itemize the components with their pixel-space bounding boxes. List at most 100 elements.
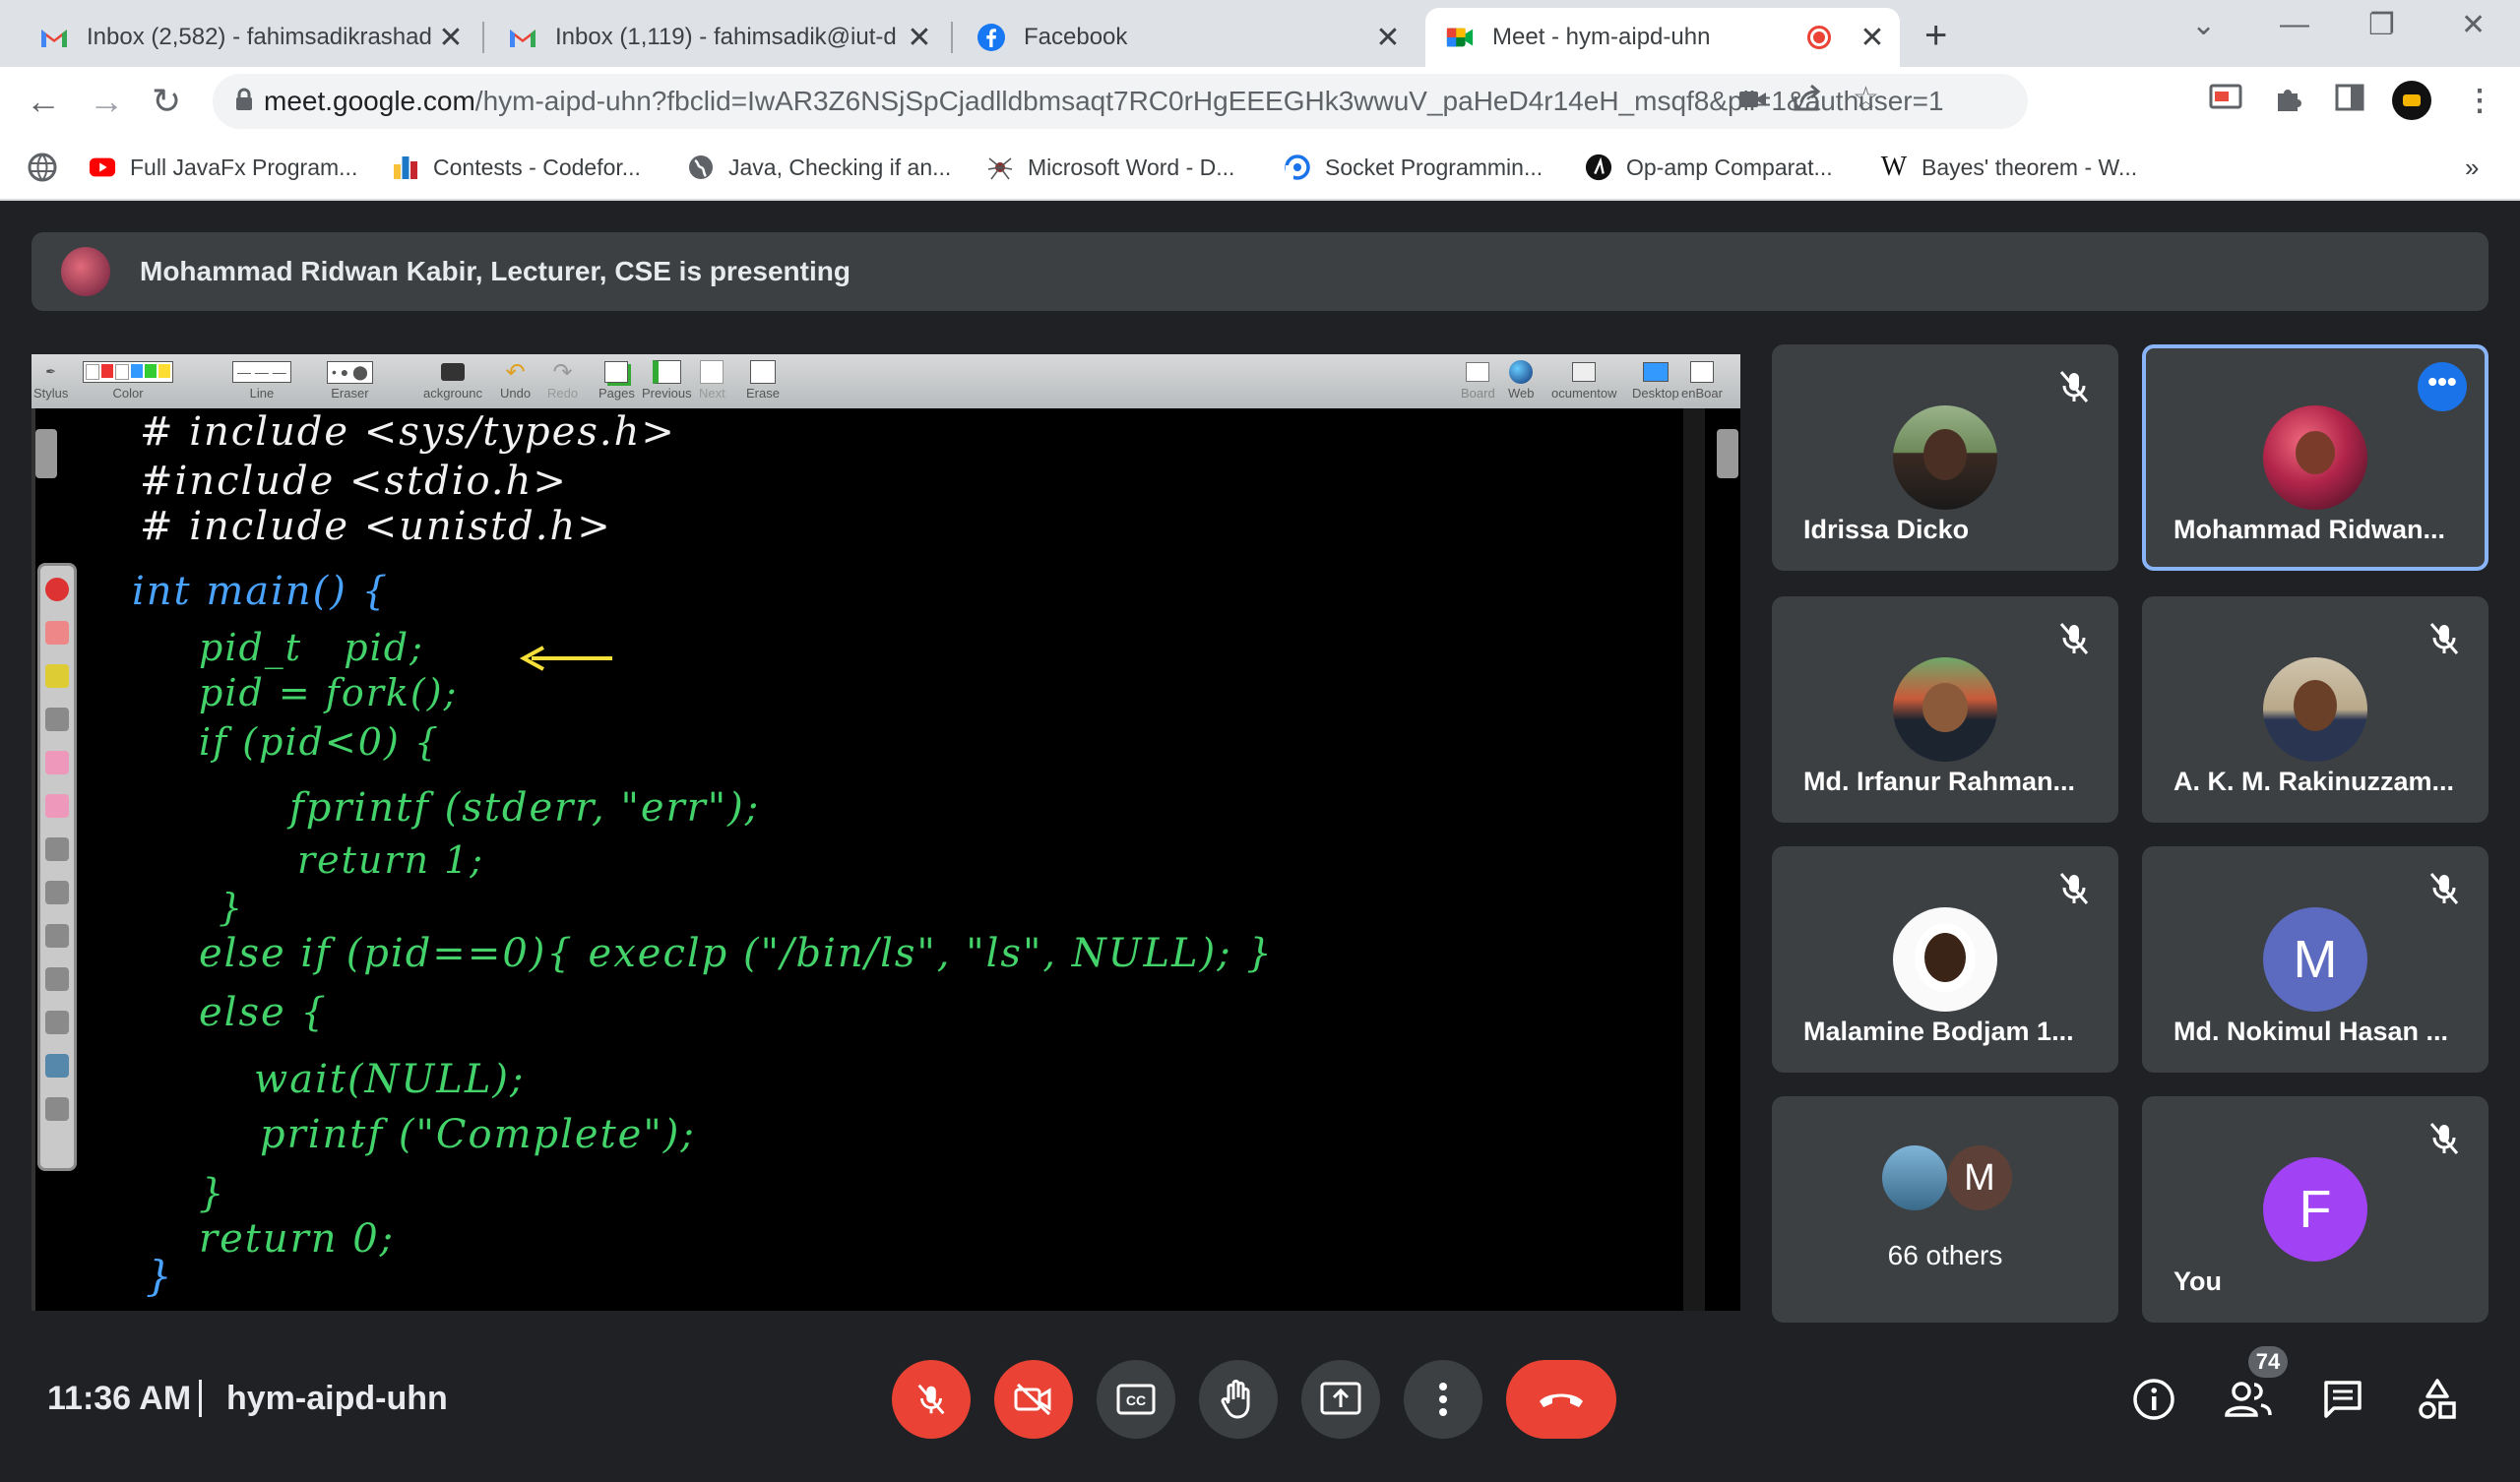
more-options-button[interactable]: •••: [2418, 362, 2467, 411]
others-count: 66 others: [1887, 1240, 2003, 1270]
participant-tile[interactable]: A. K. M. Rakinuzzam...: [2142, 596, 2488, 823]
camera-off-icon: [1014, 1383, 1051, 1416]
camera-button[interactable]: [994, 1360, 1073, 1439]
code-line: pid = fork();: [199, 671, 459, 714]
back-button[interactable]: ←: [26, 81, 61, 122]
people-icon: [2225, 1382, 2272, 1417]
close-tab-icon[interactable]: ✕: [1370, 21, 1406, 55]
profile-avatar[interactable]: [2392, 81, 2431, 120]
people-button[interactable]: [2223, 1374, 2274, 1425]
youtube-icon: [89, 154, 116, 181]
chevron-down-icon[interactable]: ⌄: [2191, 8, 2216, 42]
activities-button[interactable]: [2412, 1374, 2463, 1425]
cast-icon[interactable]: [2209, 84, 2242, 119]
tab-strip: Inbox (2,582) - fahimsadikrashad ✕ Inbox…: [0, 0, 2520, 67]
extensions-icon[interactable]: [2274, 84, 2303, 121]
web-tool: Web: [1508, 358, 1535, 401]
close-tab-icon[interactable]: ✕: [433, 21, 469, 55]
participant-name: Md. Nokimul Hasan ...: [2174, 1017, 2449, 1046]
presenting-banner: Mohammad Ridwan Kabir, Lecturer, CSE is …: [32, 232, 2488, 311]
chat-button[interactable]: [2317, 1374, 2368, 1425]
tab-meet[interactable]: Meet - hym-aipd-uhn ✕: [1425, 8, 1900, 67]
bookmark-item[interactable]: Contests - Codefor...: [392, 148, 641, 187]
raise-hand-button[interactable]: [1199, 1360, 1278, 1439]
tool-label: Stylus: [33, 386, 69, 401]
present-now-button[interactable]: [1301, 1360, 1380, 1439]
code-line: fprintf (stderr, "err");: [289, 785, 761, 831]
code-line: else {: [199, 990, 328, 1035]
capture-tool-icon: [45, 1054, 69, 1078]
participant-tile[interactable]: Malamine Bodjam 1...: [1772, 846, 2118, 1073]
camera-in-use-icon[interactable]: [1738, 85, 1768, 118]
bookmark-item[interactable]: Java, Checking if an...: [687, 148, 951, 187]
next-tool: Next: [699, 358, 725, 401]
close-tab-icon[interactable]: ✕: [1855, 21, 1890, 55]
share-icon[interactable]: [1792, 83, 1823, 120]
leave-call-button[interactable]: [1506, 1360, 1616, 1439]
others-tile[interactable]: M 66 others: [1772, 1096, 2118, 1323]
participant-tile[interactable]: Md. Irfanur Rahman...: [1772, 596, 2118, 823]
lock-icon: [234, 88, 264, 116]
participant-count-badge: 74: [2248, 1346, 2288, 1378]
tool-label: Web: [1508, 386, 1535, 401]
browser-toolbar: ← → ↻ meet.google.com/hym-aipd-uhn?fbcli…: [0, 67, 2520, 136]
line-icon: — — —: [232, 358, 291, 386]
desktop-icon: [1642, 358, 1669, 386]
star-icon[interactable]: ☆: [1853, 81, 1879, 115]
participant-tile[interactable]: Idrissa Dicko: [1772, 344, 2118, 571]
zoom-out-icon: [45, 881, 69, 904]
tab-gmail-1[interactable]: Inbox (2,582) - fahimsadikrashad ✕: [20, 8, 478, 67]
restore-button[interactable]: ❐: [2368, 8, 2395, 42]
close-tab-icon[interactable]: ✕: [902, 21, 937, 55]
bookmarks-bar: Full JavaFx Program... Contests - Codefo…: [0, 136, 2520, 201]
marker-tool-icon: [45, 664, 69, 688]
reload-button[interactable]: ↻: [152, 81, 181, 122]
bookmark-item[interactable]: Full JavaFx Program...: [89, 148, 357, 187]
whiteboard-left-edge: [32, 408, 35, 1311]
eraser-tool: • ● ⬤ Eraser: [327, 358, 373, 401]
bookmark-item[interactable]: Socket Programmin...: [1284, 148, 1543, 187]
pages-icon: [604, 358, 629, 386]
document-icon: [1572, 358, 1597, 386]
meeting-code: hym-aipd-uhn: [226, 1380, 448, 1417]
meet-icon: [1445, 23, 1475, 52]
background-tool: ackgrounc: [423, 358, 482, 401]
bookmark-item[interactable]: Op-amp Comparat...: [1585, 148, 1833, 187]
captions-button[interactable]: CC: [1097, 1360, 1175, 1439]
gmail-icon: [39, 23, 69, 52]
more-bookmarks-button[interactable]: »: [2465, 148, 2479, 187]
document-tool: ocumentow: [1551, 358, 1616, 401]
spider-icon: [986, 154, 1014, 181]
minimize-button[interactable]: —: [2280, 8, 2309, 41]
previous-tool: Previous: [642, 358, 692, 401]
more-options-button[interactable]: [1404, 1360, 1482, 1439]
participant-name: Idrissa Dicko: [1803, 515, 1970, 544]
tab-facebook[interactable]: Facebook ✕: [957, 8, 1416, 67]
meeting-details-button[interactable]: [2128, 1374, 2179, 1425]
participant-tile[interactable]: ••• Mohammad Ridwan...: [2142, 344, 2488, 571]
mic-off-icon: [2429, 873, 2459, 904]
selector-tool-icon: [45, 708, 69, 731]
tool-label: Board: [1461, 386, 1495, 401]
forward-button[interactable]: →: [89, 81, 124, 122]
close-window-button[interactable]: ✕: [2461, 8, 2486, 42]
avatar: [1893, 657, 1997, 762]
apps-icon[interactable]: [28, 148, 57, 187]
side-panel-icon[interactable]: [2335, 84, 2364, 119]
tab-separator: [951, 22, 953, 53]
tool-label: Line: [249, 386, 275, 401]
pointer-tool-icon: [45, 751, 69, 774]
new-tab-button[interactable]: +: [1924, 14, 1947, 58]
line-tool-icon: [45, 967, 69, 991]
avatar: M: [1947, 1145, 2012, 1210]
bookmark-item[interactable]: W Bayes' theorem - W...: [1880, 148, 2137, 187]
presenting-text: Mohammad Ridwan Kabir, Lecturer, CSE is …: [140, 256, 850, 286]
self-tile[interactable]: F You: [2142, 1096, 2488, 1323]
avatar: [2263, 405, 2367, 510]
menu-icon[interactable]: ⋮: [2465, 84, 2494, 118]
web-globe-icon: [1509, 358, 1534, 386]
tab-gmail-2[interactable]: Inbox (1,119) - fahimsadik@iut-d ✕: [488, 8, 947, 67]
bookmark-item[interactable]: Microsoft Word - D...: [986, 148, 1234, 187]
participant-tile[interactable]: M Md. Nokimul Hasan ...: [2142, 846, 2488, 1073]
microphone-button[interactable]: [892, 1360, 971, 1439]
